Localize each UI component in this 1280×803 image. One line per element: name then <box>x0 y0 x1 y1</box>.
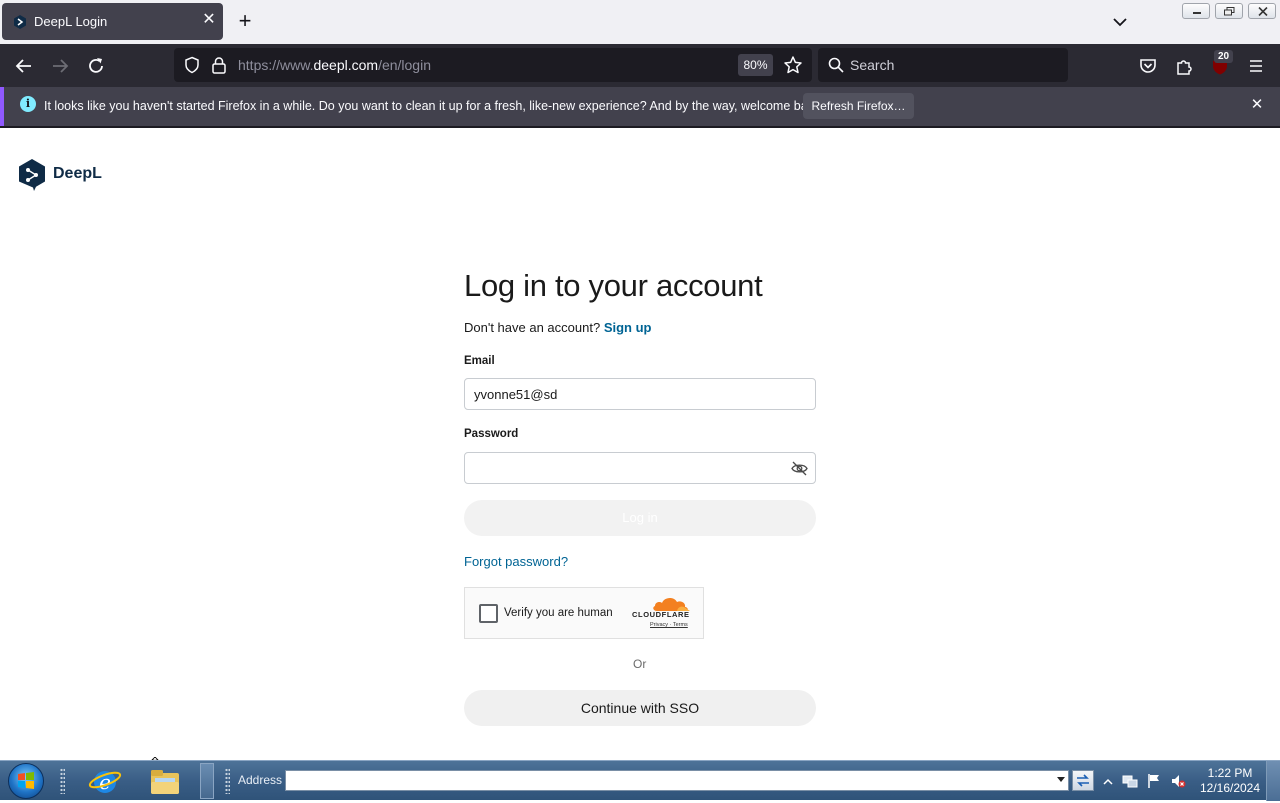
page-title: Log in to your account <box>464 268 763 303</box>
volume-muted-icon[interactable] <box>1170 773 1186 789</box>
close-window-button[interactable] <box>1248 3 1276 19</box>
show-hidden-icons-arrow-icon[interactable] <box>1100 774 1116 790</box>
taskbar-grip[interactable] <box>60 768 65 794</box>
info-icon: i <box>20 96 36 112</box>
deepl-favicon-icon <box>14 15 26 29</box>
action-center-flag-icon[interactable] <box>1146 773 1162 789</box>
new-tab-button[interactable]: + <box>234 10 256 32</box>
deepl-logo-text[interactable]: DeepL <box>53 165 102 183</box>
show-desktop-button[interactable] <box>1266 761 1280 801</box>
navigation-toolbar: https://www.deepl.com/en/login 80% Searc… <box>0 44 1280 87</box>
or-divider-text: Or <box>633 657 647 671</box>
refresh-firefox-button[interactable]: Refresh Firefox… <box>803 93 914 119</box>
restore-icon <box>1224 7 1235 16</box>
forward-icon[interactable] <box>49 55 71 77</box>
pocket-icon[interactable] <box>1137 55 1159 77</box>
email-label: Email <box>464 355 495 367</box>
signup-prompt: Don't have an account? <box>464 320 601 335</box>
address-dropdown-arrow-icon[interactable] <box>1057 777 1065 782</box>
password-field[interactable] <box>464 452 816 484</box>
file-explorer-folder-icon[interactable] <box>148 764 182 798</box>
windows-taskbar: e Address 1:22 PM 12/16/2024 <box>0 760 1280 801</box>
signup-prompt-line: Don't have an account? Sign up <box>464 320 652 335</box>
refresh-firefox-notification: i It looks like you haven't started Fire… <box>0 87 1280 126</box>
content-divider <box>0 126 1280 128</box>
verify-human-label: Verify you are human <box>504 607 613 619</box>
email-field[interactable]: yvonne51@sd <box>464 378 816 410</box>
list-all-tabs-icon[interactable] <box>1110 12 1130 32</box>
bookmark-star-icon[interactable] <box>783 55 803 75</box>
tracking-protection-shield-icon[interactable] <box>183 56 201 74</box>
back-icon[interactable] <box>13 55 35 77</box>
notification-close-icon[interactable]: ✕ <box>1248 96 1266 114</box>
network-icon[interactable] <box>1122 773 1138 789</box>
tab-close-icon[interactable]: ✕ <box>200 11 218 29</box>
cloudflare-brand: CLOUDFLARE <box>632 610 690 619</box>
internet-explorer-icon[interactable]: e <box>88 764 122 798</box>
verify-human-checkbox[interactable] <box>479 604 498 623</box>
zoom-level-button[interactable]: 80% <box>738 54 773 76</box>
toolbar-grip[interactable] <box>225 768 230 794</box>
windows-logo-icon <box>18 772 34 789</box>
tab-title: DeepL Login <box>34 14 108 29</box>
address-toolbar-label: Address <box>238 773 283 787</box>
restore-button[interactable] <box>1215 3 1243 19</box>
address-go-button[interactable] <box>1072 770 1094 791</box>
signup-link[interactable]: Sign up <box>604 320 652 335</box>
close-window-icon <box>1258 7 1268 16</box>
minimize-button[interactable] <box>1182 3 1210 19</box>
system-clock[interactable]: 1:22 PM 12/16/2024 <box>1196 766 1264 796</box>
extension-badge: 20 <box>1214 50 1233 63</box>
tab-strip: DeepL Login ✕ + <box>0 0 1280 44</box>
clock-date: 12/16/2024 <box>1199 781 1261 795</box>
taskbar-scroll-button[interactable] <box>200 763 214 799</box>
url-text[interactable]: https://www.deepl.com/en/login <box>238 57 431 73</box>
notification-message: It looks like you haven't started Firefo… <box>44 99 824 113</box>
url-bar[interactable]: https://www.deepl.com/en/login 80% <box>174 48 812 82</box>
clock-time: 1:22 PM <box>1207 766 1253 780</box>
login-button[interactable]: Log in <box>464 500 816 536</box>
extensions-puzzle-icon[interactable] <box>1173 55 1195 77</box>
forgot-password-link[interactable]: Forgot password? <box>464 554 568 569</box>
deepl-logo-icon[interactable] <box>18 159 46 191</box>
tab-deepl-login[interactable]: DeepL Login ✕ <box>2 3 223 40</box>
reload-icon[interactable] <box>85 55 107 77</box>
search-icon <box>828 57 844 73</box>
continue-with-sso-button[interactable]: Continue with SSO <box>464 690 816 726</box>
address-toolbar-input[interactable] <box>285 770 1069 791</box>
search-placeholder: Search <box>850 57 895 73</box>
cloudflare-captcha-widget: Verify you are human CLOUDFLARE Privacy … <box>464 587 704 639</box>
minimize-icon <box>1193 12 1201 14</box>
start-button[interactable] <box>8 763 44 799</box>
go-arrows-icon <box>1077 774 1089 787</box>
search-bar[interactable]: Search <box>818 48 1068 82</box>
password-label: Password <box>464 428 519 440</box>
menu-hamburger-icon[interactable] <box>1245 55 1267 77</box>
show-password-eye-icon[interactable] <box>791 461 808 476</box>
captcha-privacy-terms-links[interactable]: Privacy · Terms <box>650 622 688 628</box>
email-value: yvonne51@sd <box>474 387 558 402</box>
lock-icon[interactable] <box>211 56 227 74</box>
